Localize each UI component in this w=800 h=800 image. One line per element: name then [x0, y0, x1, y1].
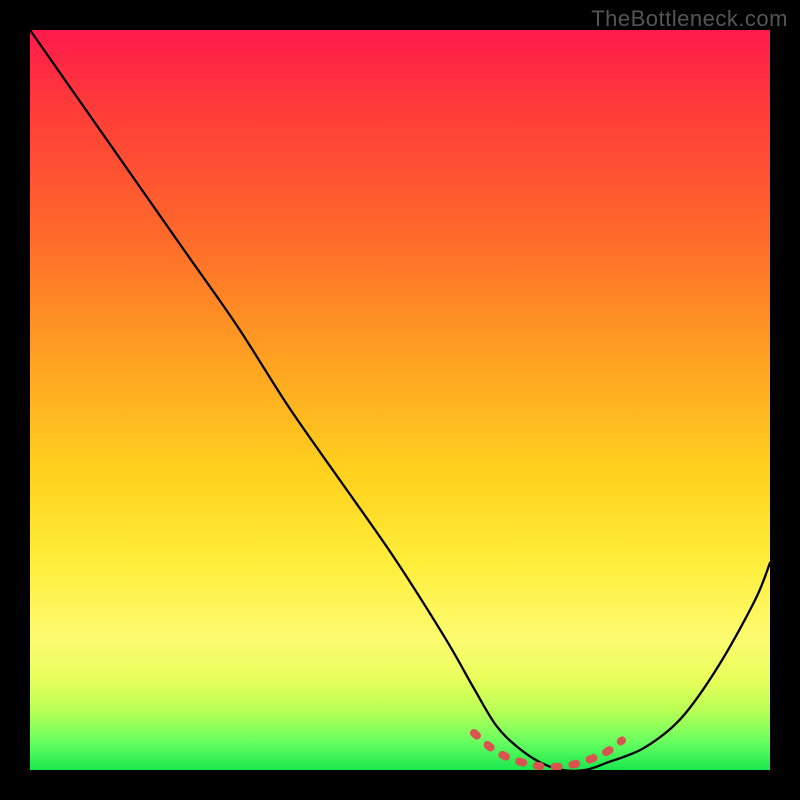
sweet-spot-marker [474, 733, 622, 767]
plot-area [30, 30, 770, 770]
watermark-text: TheBottleneck.com [591, 6, 788, 32]
curve-layer [30, 30, 770, 770]
bottleneck-curve [30, 30, 770, 770]
chart-stage: TheBottleneck.com [0, 0, 800, 800]
